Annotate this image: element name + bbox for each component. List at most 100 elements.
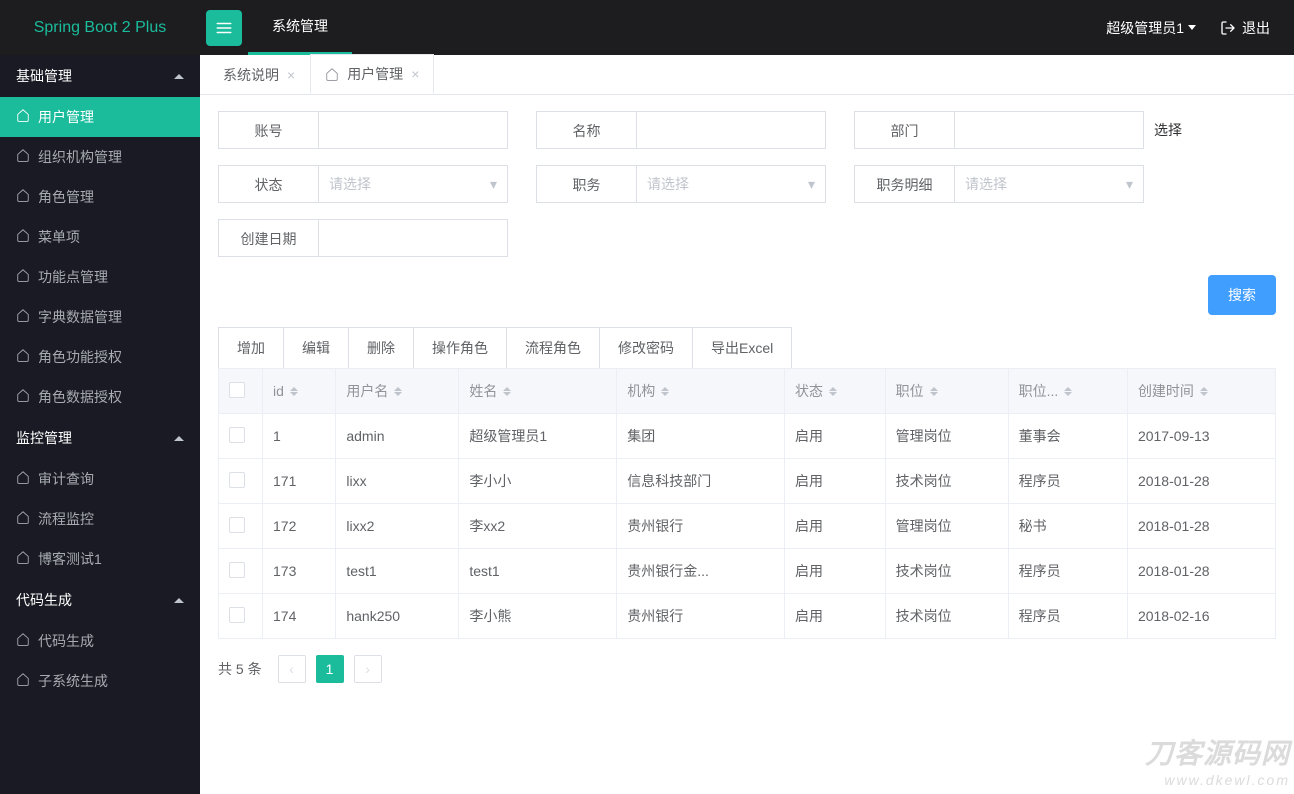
dept-input[interactable] — [954, 111, 1144, 149]
page-number[interactable]: 1 — [316, 655, 344, 683]
tab[interactable]: 系统说明× — [208, 54, 310, 94]
toolbar-button[interactable]: 编辑 — [284, 328, 349, 368]
top-tab-system[interactable]: 系统管理 — [248, 0, 352, 55]
house-icon — [16, 257, 30, 297]
cell-org: 贵州银行 — [617, 504, 785, 549]
watermark: 刀客源码网 www.dkewl.com — [1145, 732, 1290, 788]
sidebar-group-title[interactable]: 代码生成 — [0, 579, 200, 621]
search-button[interactable]: 搜索 — [1208, 275, 1276, 315]
table-row[interactable]: 174hank250李小熊贵州银行启用技术岗位程序员2018-02-16 — [219, 594, 1276, 639]
cell-username: lixx2 — [336, 504, 459, 549]
cell-realname: 李xx2 — [459, 504, 617, 549]
sidebar-item[interactable]: 博客测试1 — [0, 539, 200, 579]
select-placeholder: 请选择 — [965, 174, 1007, 194]
close-icon[interactable]: × — [411, 66, 419, 82]
sidebar-item[interactable]: 代码生成 — [0, 621, 200, 661]
cell-posd: 程序员 — [1008, 594, 1127, 639]
sidebar-item[interactable]: 流程监控 — [0, 499, 200, 539]
sidebar-group-title[interactable]: 基础管理 — [0, 55, 200, 97]
cell-status: 启用 — [784, 594, 885, 639]
position-detail-select[interactable]: 请选择 ▾ — [954, 165, 1144, 203]
table-row[interactable]: 173test1test1贵州银行金...启用技术岗位程序员2018-01-28 — [219, 549, 1276, 594]
sidebar-item-label: 审计查询 — [38, 459, 94, 499]
table-row[interactable]: 172lixx2李xx2贵州银行启用管理岗位秘书2018-01-28 — [219, 504, 1276, 549]
cell-status: 启用 — [784, 549, 885, 594]
cell-status: 启用 — [784, 504, 885, 549]
column-header[interactable]: 职位... — [1008, 369, 1127, 414]
cell-created: 2018-02-16 — [1127, 594, 1275, 639]
close-icon[interactable]: × — [287, 67, 295, 83]
sort-icon — [661, 387, 669, 396]
cell-username: lixx — [336, 459, 459, 504]
sidebar-item[interactable]: 角色功能授权 — [0, 337, 200, 377]
sort-icon — [503, 387, 511, 396]
row-checkbox[interactable] — [229, 517, 245, 533]
column-header[interactable]: id — [263, 369, 336, 414]
row-checkbox[interactable] — [229, 607, 245, 623]
account-input[interactable] — [318, 111, 508, 149]
user-dropdown[interactable]: 超级管理员1 — [1106, 18, 1196, 38]
user-name: 超级管理员1 — [1106, 18, 1184, 38]
name-input[interactable] — [636, 111, 826, 149]
sidebar-item-label: 用户管理 — [38, 97, 94, 137]
table-row[interactable]: 1admin超级管理员1集团启用管理岗位董事会2017-09-13 — [219, 414, 1276, 459]
logout-button[interactable]: 退出 — [1220, 18, 1270, 38]
table-row[interactable]: 171lixx李小小信息科技部门启用技术岗位程序员2018-01-28 — [219, 459, 1276, 504]
row-checkbox[interactable] — [229, 427, 245, 443]
column-header[interactable]: 用户名 — [336, 369, 459, 414]
sidebar-item[interactable]: 子系统生成 — [0, 661, 200, 701]
house-icon — [16, 337, 30, 377]
sidebar-item[interactable]: 审计查询 — [0, 459, 200, 499]
toolbar-button[interactable]: 删除 — [349, 328, 414, 368]
caret-up-icon — [174, 74, 184, 79]
created-input[interactable] — [318, 219, 508, 257]
topbar: Spring Boot 2 Plus 系统管理 超级管理员1 退出 — [0, 0, 1294, 55]
sidebar-item[interactable]: 角色管理 — [0, 177, 200, 217]
cell-id: 171 — [263, 459, 336, 504]
status-select[interactable]: 请选择 ▾ — [318, 165, 508, 203]
sidebar-item-label: 流程监控 — [38, 499, 94, 539]
cell-org: 贵州银行金... — [617, 549, 785, 594]
sidebar-item[interactable]: 功能点管理 — [0, 257, 200, 297]
menu-icon — [215, 19, 233, 37]
sidebar-group-title[interactable]: 监控管理 — [0, 417, 200, 459]
cell-realname: 李小小 — [459, 459, 617, 504]
page-total: 共 5 条 — [218, 659, 262, 679]
sidebar-item[interactable]: 菜单项 — [0, 217, 200, 257]
sort-icon — [829, 387, 837, 396]
data-table: id用户名姓名机构状态职位职位...创建时间 1admin超级管理员1集团启用管… — [218, 368, 1276, 639]
select-all-checkbox[interactable] — [229, 382, 245, 398]
tab-label: 用户管理 — [347, 64, 403, 84]
sidebar-item[interactable]: 用户管理 — [0, 97, 200, 137]
logout-icon — [1220, 20, 1236, 36]
cell-status: 启用 — [784, 414, 885, 459]
cell-id: 174 — [263, 594, 336, 639]
sidebar-item[interactable]: 组织机构管理 — [0, 137, 200, 177]
row-checkbox[interactable] — [229, 562, 245, 578]
page-next[interactable]: › — [354, 655, 382, 683]
toolbar-button[interactable]: 修改密码 — [600, 328, 693, 368]
column-header[interactable]: 创建时间 — [1127, 369, 1275, 414]
house-icon — [16, 621, 30, 661]
sidebar-item[interactable]: 角色数据授权 — [0, 377, 200, 417]
position-select[interactable]: 请选择 ▾ — [636, 165, 826, 203]
cell-username: hank250 — [336, 594, 459, 639]
toolbar-button[interactable]: 流程角色 — [507, 328, 600, 368]
filter-position: 职务 请选择 ▾ — [536, 165, 826, 203]
toolbar-button[interactable]: 操作角色 — [414, 328, 507, 368]
column-header[interactable]: 机构 — [617, 369, 785, 414]
tab[interactable]: 用户管理 × — [310, 54, 434, 94]
row-checkbox[interactable] — [229, 472, 245, 488]
watermark-text: 刀客源码网 — [1145, 732, 1290, 772]
toolbar-button[interactable]: 增加 — [219, 328, 284, 368]
dept-choose-link[interactable]: 选择 — [1144, 120, 1182, 140]
sort-icon — [930, 387, 938, 396]
column-header[interactable]: 状态 — [784, 369, 885, 414]
column-header[interactable]: 职位 — [885, 369, 1008, 414]
menu-toggle-button[interactable] — [206, 10, 242, 46]
toolbar-button[interactable]: 导出Excel — [693, 328, 791, 368]
sidebar-item[interactable]: 字典数据管理 — [0, 297, 200, 337]
logout-label: 退出 — [1242, 18, 1270, 38]
column-header[interactable]: 姓名 — [459, 369, 617, 414]
page-prev[interactable]: ‹ — [278, 655, 306, 683]
